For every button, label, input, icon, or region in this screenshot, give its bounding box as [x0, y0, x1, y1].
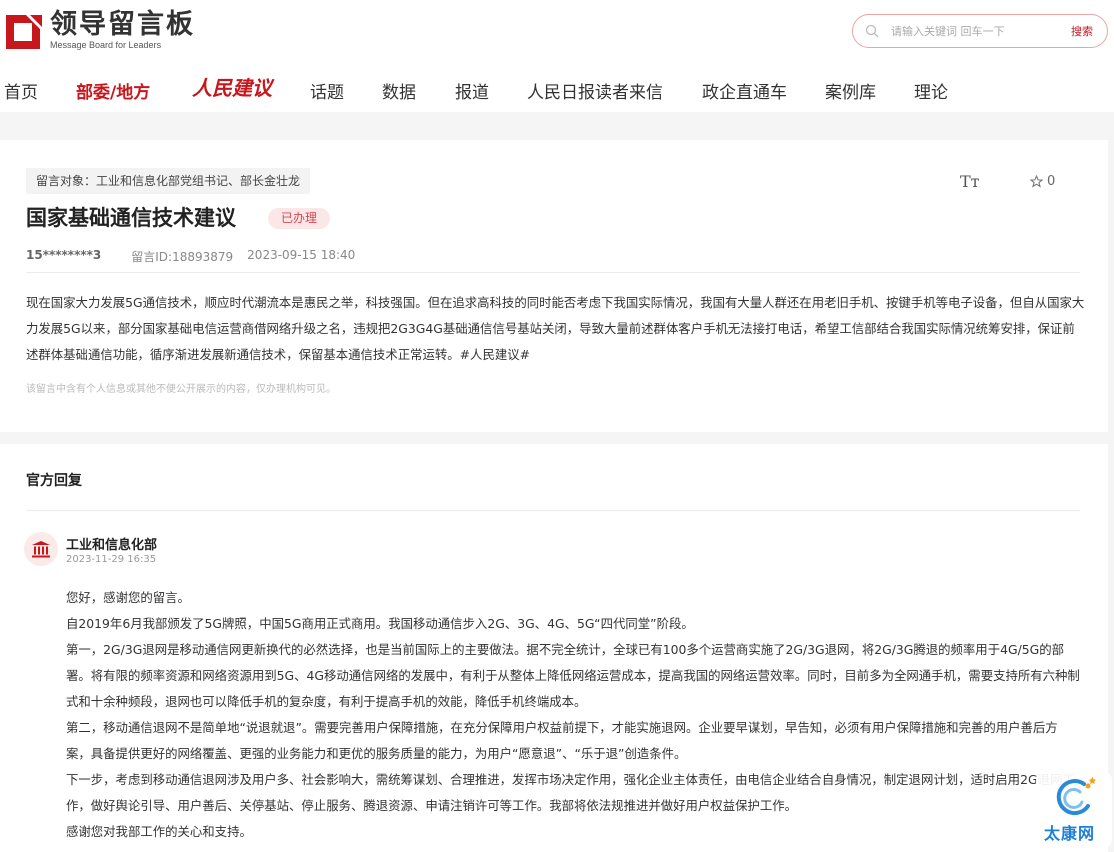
- nav-data[interactable]: 数据: [382, 78, 416, 103]
- nav-people-suggestion[interactable]: 人民建议: [192, 72, 272, 101]
- avatar: [24, 532, 58, 566]
- reply-paragraph: 感谢您对我部工作的关心和支持。: [66, 824, 252, 839]
- nav-enterprise[interactable]: 政企直通车: [702, 78, 787, 103]
- logo-icon: [6, 14, 42, 49]
- nav-home[interactable]: 首页: [4, 78, 38, 103]
- divider: [26, 272, 1080, 273]
- message-content: 现在国家大力发展5G通信技术，顺应时代潮流本是惠民之举，科技强国。但在追求高科技…: [26, 295, 1085, 362]
- reply-date: 2023-11-29 16:35: [66, 554, 157, 565]
- search-input[interactable]: [891, 24, 1071, 38]
- font-size-toggle[interactable]: Tт: [960, 172, 980, 191]
- reply-body: 您好，感谢您的留言。 自2019年6月我部颁发了5G牌照，中国5G商用正式商用。…: [66, 585, 1082, 845]
- message-user: 15********3: [26, 248, 102, 262]
- message-target: 留言对象：工业和信息化部党组书记、部长金壮龙: [26, 168, 311, 194]
- reply-paragraph: 第一，2G/3G退网是移动通信网更新换代的必然选择，也是当前国际上的主要做法。据…: [66, 642, 1080, 709]
- star-icon: [1030, 175, 1043, 188]
- search-icon: [865, 24, 879, 38]
- favorite-count: 0: [1047, 174, 1056, 189]
- status-badge: 已办理: [268, 208, 331, 229]
- nav-reports[interactable]: 报道: [455, 78, 489, 103]
- message-card: 留言对象：工业和信息化部党组书记、部长金壮龙 Tт 0 国家基础通信技术建议 已…: [0, 140, 1108, 432]
- message-datetime: 2023-09-15 18:40: [247, 248, 356, 262]
- logo-title: 领导留言板: [50, 9, 195, 40]
- watermark-text: 太康网: [1044, 824, 1096, 843]
- search-button[interactable]: 搜索: [1071, 23, 1093, 39]
- nav-readers-letters[interactable]: 人民日报读者来信: [527, 78, 663, 103]
- reply-paragraph: 下一步，考虑到移动通信退网涉及用户多、社会影响大，需统筹谋划、合理推进，发挥市场…: [66, 772, 1075, 813]
- message-title: 国家基础通信技术建议: [26, 206, 236, 230]
- message-meta: 15********3 留言ID:18893879 2023-09-15 18:…: [26, 248, 355, 265]
- search-bar: 搜索: [852, 14, 1108, 48]
- reply-paragraph: 您好，感谢您的留言。: [66, 590, 190, 605]
- nav-topics[interactable]: 话题: [310, 78, 344, 103]
- privacy-notice: 该留言中含有个人信息或其他不便公开展示的内容，仅办理机构可见。: [26, 384, 336, 395]
- nav-cases[interactable]: 案例库: [825, 78, 876, 103]
- reply-paragraph: 第二，移动通信退网不是简单地“说退就退”。需要完善用户保障措施，在充分保障用户权…: [66, 720, 1058, 761]
- watermark-logo-icon: [1056, 776, 1096, 816]
- watermark: 太康网: [1036, 772, 1112, 848]
- logo-subtitle: Message Board for Leaders: [50, 40, 162, 50]
- favorite-button[interactable]: 0: [1030, 174, 1055, 189]
- nav-ministries[interactable]: 部委/地方: [76, 78, 150, 103]
- government-building-icon: [32, 541, 50, 558]
- reply-department: 工业和信息化部: [66, 538, 158, 553]
- divider: [26, 510, 1080, 511]
- reply-paragraph: 自2019年6月我部颁发了5G牌照，中国5G商用正式商用。我国移动通信步入2G、…: [66, 616, 694, 631]
- reply-card: 官方回复 工业和信息化部 2023-11-29 16:35 您好，感谢您的留言。…: [0, 444, 1108, 852]
- message-id: 留言ID:18893879: [131, 250, 234, 264]
- site-header: 领导留言板 Message Board for Leaders 搜索 首页 部委…: [0, 0, 1114, 112]
- reply-section-title: 官方回复: [26, 473, 82, 489]
- site-logo[interactable]: 领导留言板 Message Board for Leaders: [4, 10, 195, 51]
- nav-theory[interactable]: 理论: [914, 78, 948, 103]
